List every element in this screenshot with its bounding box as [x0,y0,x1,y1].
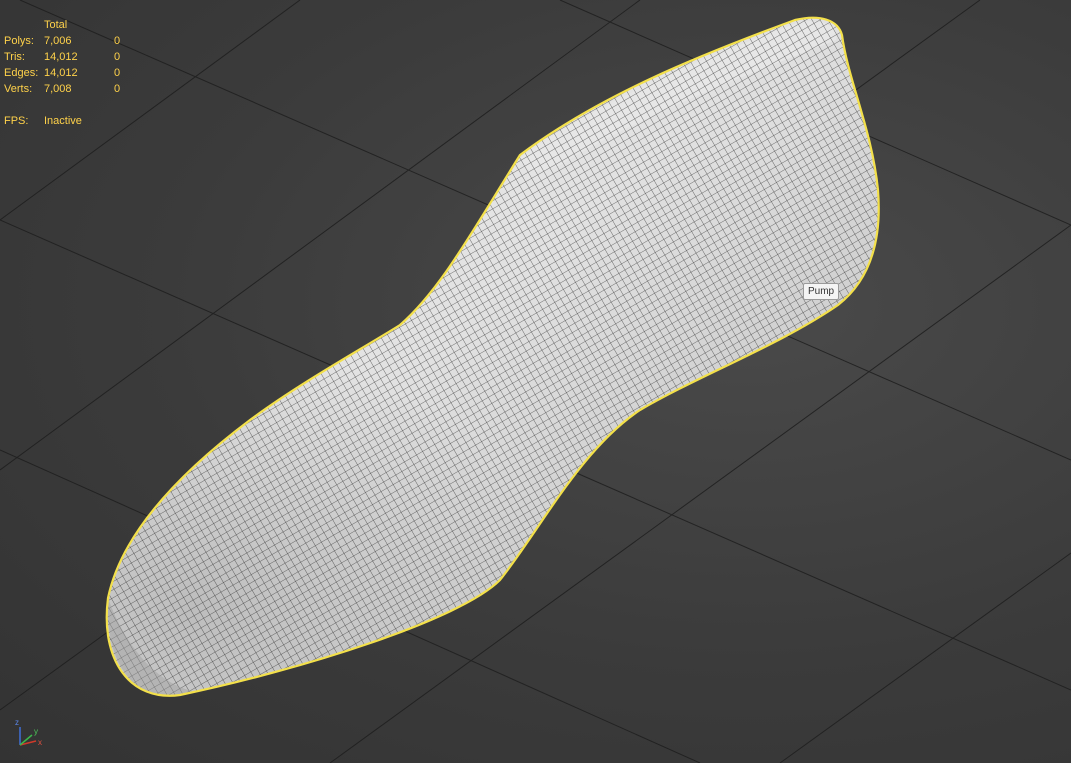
stats-selected: 0 [114,67,121,79]
stats-selected: 0 [114,51,121,63]
stats-total: 14,012 [44,67,78,79]
perspective-viewport[interactable]: Total Polys: 7,006 0 Tris: 14,012 0 Edge… [0,0,1071,763]
z-axis-label: z [15,718,19,727]
stats-total: 14,012 [44,51,78,63]
shoe-last-mesh[interactable] [0,0,1071,763]
y-axis-label: y [34,727,38,736]
stats-header-total: Total [44,19,68,31]
stats-selected: 0 [114,83,121,95]
stats-total: 7,006 [44,35,72,47]
fps-value: Inactive [44,115,82,127]
stats-label: Edges: [4,67,39,79]
stats-label: Polys: [4,35,34,47]
stats-total: 7,008 [44,83,72,95]
x-axis-label: x [38,738,42,747]
fps-label: FPS: [4,115,29,127]
stats-label: Tris: [4,51,25,63]
axis-gizmo-icon: z x y [15,718,42,747]
stats-selected: 0 [114,35,121,47]
stats-label: Verts: [4,83,33,95]
object-name-tooltip: Pump [803,283,840,300]
scene-canvas[interactable] [0,0,1071,763]
